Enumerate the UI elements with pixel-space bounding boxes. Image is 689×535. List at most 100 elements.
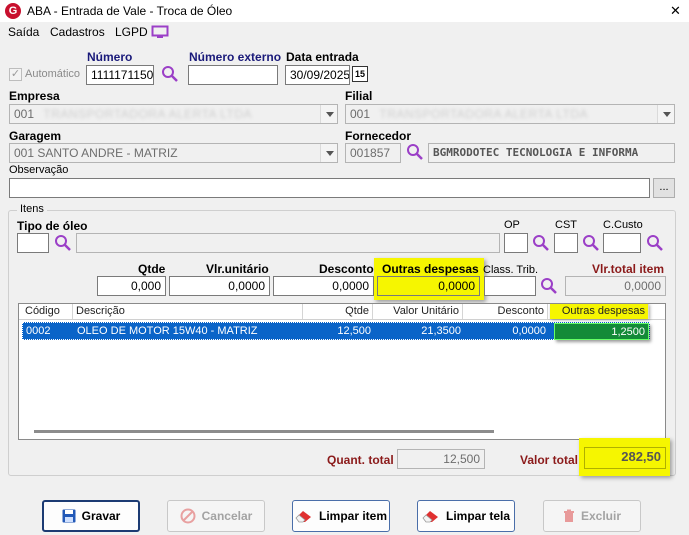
eraser-icon [295, 511, 311, 523]
filial-name-redacted: TRANSPORTADORA ALERTA LTDA [379, 107, 588, 121]
gravar-button[interactable]: Gravar [42, 500, 140, 532]
op-field[interactable] [504, 233, 528, 253]
vlr-total-item-field: 0,0000 [565, 276, 666, 296]
vlr-total-item-label: Vlr.total item [592, 262, 665, 276]
ccusto-label: C.Custo [603, 219, 643, 231]
window-title: ABA - Entrada de Vale - Troca de Óleo [27, 4, 233, 18]
qtde-label: Qtde [138, 262, 166, 276]
title-bar: G ABA - Entrada de Vale - Troca de Óleo … [0, 0, 689, 22]
observacao-label: Observação [9, 164, 69, 176]
limpar-item-label: Limpar item [318, 509, 387, 523]
desconto-label: Desconto [319, 262, 374, 276]
filial-code: 001 [350, 107, 371, 121]
cell-codigo: 0002 [26, 325, 51, 337]
class-trib-field[interactable] [484, 276, 536, 296]
chevron-down-icon[interactable] [320, 144, 337, 162]
cancelar-button[interactable]: Cancelar [167, 500, 265, 532]
numero-field[interactable]: 1111171150 [86, 65, 154, 85]
filial-label: Filial [345, 89, 373, 103]
tipo-oleo-code-field[interactable] [17, 233, 49, 253]
calendar-icon[interactable]: 15 [352, 66, 368, 82]
cell-descricao: OLEO DE MOTOR 15W40 - MATRIZ [77, 325, 258, 337]
col-desconto[interactable]: Desconto [463, 304, 548, 319]
limpar-item-button[interactable]: Limpar item [292, 500, 390, 532]
limpar-tela-button[interactable]: Limpar tela [417, 500, 515, 532]
numero-label: Número [87, 50, 133, 64]
close-icon[interactable]: ✕ [670, 3, 681, 19]
gravar-label: Gravar [81, 509, 121, 523]
eraser-icon [422, 511, 438, 523]
quant-total-field: 12,500 [397, 449, 485, 469]
fornecedor-name-field: BGMRODOTEC TECNOLOGIA E INFORMA [428, 143, 675, 163]
menu-bar: Saída Cadastros LGPD [0, 22, 689, 42]
desconto-field[interactable]: 0,0000 [273, 276, 374, 296]
fornecedor-label: Fornecedor [345, 129, 412, 143]
data-entrada-field[interactable]: 30/09/2025 [285, 65, 350, 85]
garagem-label: Garagem [9, 129, 62, 143]
quant-total-label: Quant. total [327, 453, 394, 467]
observacao-field[interactable] [9, 178, 650, 198]
app-logo-icon: G [5, 3, 21, 19]
items-grid[interactable]: Código Descrição Qtde Valor Unitário Des… [18, 303, 666, 440]
monitor-icon[interactable] [151, 25, 169, 40]
menu-cadastros[interactable]: Cadastros [50, 25, 105, 39]
search-icon[interactable] [406, 143, 424, 161]
automatico-checkbox[interactable]: ✓ [9, 68, 22, 81]
col-valor-unitario[interactable]: Valor Unitário [373, 304, 463, 319]
garagem-value: 001 SANTO ANDRE - MATRIZ [14, 146, 178, 160]
cst-label: CST [555, 219, 577, 231]
floppy-disk-icon [62, 509, 76, 523]
limpar-tela-label: Limpar tela [445, 509, 511, 523]
vlr-unitario-label: Vlr.unitário [206, 262, 269, 276]
cell-desconto: 0,0000 [512, 325, 546, 337]
cell-valor-unitario: 21,3500 [421, 325, 461, 337]
numero-externo-label: Número externo [189, 50, 282, 64]
automatico-label: Automático [25, 68, 81, 80]
itens-group-label: Itens [17, 203, 47, 215]
grid-header: Código Descrição Qtde Valor Unitário Des… [19, 304, 665, 320]
filial-combo[interactable]: 001 TRANSPORTADORA ALERTA LTDA [345, 104, 675, 124]
chevron-down-icon[interactable] [320, 105, 337, 123]
observacao-more-button[interactable]: ... [653, 178, 675, 198]
qtde-field[interactable]: 0,000 [97, 276, 166, 296]
search-icon[interactable] [161, 65, 179, 83]
valor-total-field: 282,50 [584, 447, 666, 469]
garagem-combo[interactable]: 001 SANTO ANDRE - MATRIZ [9, 143, 338, 163]
empresa-code: 001 [14, 107, 35, 121]
cell-outras-despesas: 1,2500 [554, 323, 649, 340]
fornecedor-code-field[interactable]: 001857 [345, 143, 401, 163]
search-icon[interactable] [532, 234, 550, 252]
tipo-oleo-description-field [76, 233, 500, 253]
trash-icon [563, 509, 574, 522]
outras-despesas-field[interactable]: 0,0000 [377, 276, 480, 296]
numero-externo-field[interactable] [188, 65, 278, 85]
col-descricao[interactable]: Descrição [73, 304, 303, 319]
excluir-button[interactable]: Excluir [543, 500, 641, 532]
menu-lgpd[interactable]: LGPD [115, 25, 148, 39]
tipo-oleo-label: Tipo de óleo [17, 219, 88, 233]
table-row[interactable]: 0002 OLEO DE MOTOR 15W40 - MATRIZ 12,500… [22, 322, 650, 340]
cst-field[interactable] [554, 233, 578, 253]
cell-qtde: 12,500 [337, 325, 371, 337]
search-icon[interactable] [540, 277, 558, 295]
col-outras-despesas[interactable]: Outras despesas [550, 304, 649, 319]
chevron-down-icon[interactable] [657, 105, 674, 123]
empresa-combo[interactable]: 001 TRANSPORTADORA ALERTA LTDA [9, 104, 338, 124]
search-icon[interactable] [582, 234, 600, 252]
horizontal-scrollbar[interactable] [34, 430, 494, 433]
menu-saida[interactable]: Saída [8, 25, 39, 39]
cancelar-label: Cancelar [201, 509, 253, 523]
valor-total-label: Valor total [520, 453, 579, 467]
cancel-icon [180, 508, 196, 524]
col-qtde[interactable]: Qtde [303, 304, 373, 319]
vlr-unitario-field[interactable]: 0,0000 [169, 276, 270, 296]
search-icon[interactable] [54, 234, 72, 252]
op-label: OP [504, 219, 520, 231]
search-icon[interactable] [646, 234, 664, 252]
ccusto-field[interactable] [603, 233, 641, 253]
excluir-label: Excluir [580, 509, 622, 523]
col-codigo[interactable]: Código [22, 304, 73, 319]
outras-despesas-label: Outras despesas [382, 262, 479, 276]
class-trib-label: Class. Trib. [483, 264, 539, 276]
empresa-label: Empresa [9, 89, 60, 103]
